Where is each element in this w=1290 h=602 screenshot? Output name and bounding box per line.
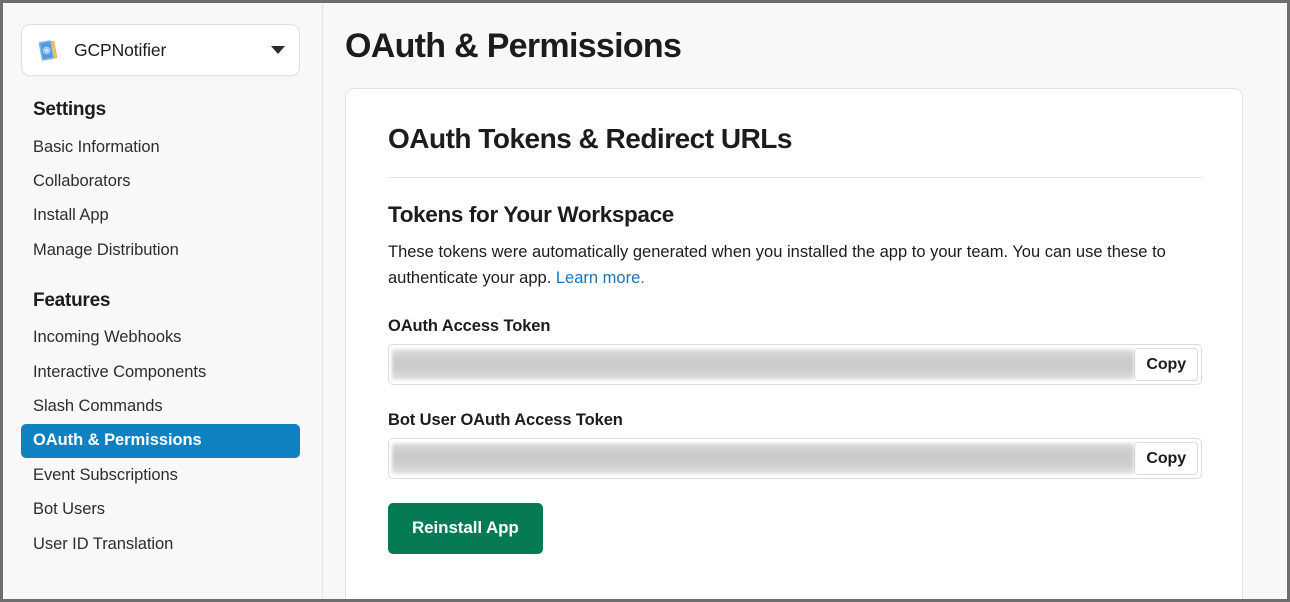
oauth-tokens-card: OAuth Tokens & Redirect URLs Tokens for …: [345, 88, 1243, 599]
sidebar-item-interactive-components[interactable]: Interactive Components: [21, 355, 300, 389]
nav-heading-settings: Settings: [33, 99, 106, 120]
sidebar-item-manage-distribution[interactable]: Manage Distribution: [21, 233, 300, 267]
divider: [388, 177, 1202, 178]
oauth-access-token-value-redacted[interactable]: [392, 349, 1135, 381]
nav-list-features: Incoming Webhooks Interactive Components…: [3, 321, 322, 562]
nav-heading-features: Features: [33, 289, 111, 311]
sidebar-item-basic-information[interactable]: Basic Information: [21, 130, 300, 164]
section-description: These tokens were automatically generate…: [388, 240, 1202, 291]
sidebar-item-user-id-translation[interactable]: User ID Translation: [21, 527, 300, 561]
card-title: OAuth Tokens & Redirect URLs: [388, 123, 792, 154]
sidebar-item-event-subscriptions[interactable]: Event Subscriptions: [21, 458, 300, 492]
copy-bot-user-oauth-access-token-button[interactable]: Copy: [1134, 442, 1198, 476]
copy-oauth-access-token-button[interactable]: Copy: [1134, 348, 1198, 382]
bot-user-oauth-access-token-field[interactable]: Copy: [388, 438, 1202, 480]
nav-list-settings: Basic Information Collaborators Install …: [3, 130, 322, 268]
slack-app-icon: [36, 37, 62, 63]
sidebar: GCPNotifier Settings Basic Information C…: [3, 3, 323, 599]
reinstall-app-button[interactable]: Reinstall App: [388, 503, 543, 555]
main-content: OAuth & Permissions OAuth Tokens & Redir…: [323, 3, 1287, 599]
bot-user-oauth-access-token-value-redacted[interactable]: [392, 443, 1135, 475]
oauth-access-token-label: OAuth Access Token: [388, 317, 551, 336]
chevron-down-icon[interactable]: [271, 46, 285, 54]
learn-more-link[interactable]: Learn more.: [556, 269, 645, 287]
app-window: GCPNotifier Settings Basic Information C…: [0, 0, 1290, 602]
section-title-tokens-for-workspace: Tokens for Your Workspace: [388, 202, 674, 227]
oauth-access-token-field[interactable]: Copy: [388, 344, 1202, 386]
section-description-text: These tokens were automatically generate…: [388, 243, 1166, 287]
sidebar-item-oauth-permissions[interactable]: OAuth & Permissions: [21, 423, 300, 459]
bot-user-oauth-access-token-label: Bot User OAuth Access Token: [388, 411, 623, 430]
sidebar-item-incoming-webhooks[interactable]: Incoming Webhooks: [21, 321, 300, 355]
sidebar-item-slash-commands[interactable]: Slash Commands: [21, 390, 300, 424]
app-name-label: GCPNotifier: [74, 39, 167, 60]
sidebar-item-install-app[interactable]: Install App: [21, 199, 300, 233]
sidebar-item-collaborators[interactable]: Collaborators: [21, 164, 300, 198]
app-switcher[interactable]: GCPNotifier: [21, 24, 300, 76]
page-title: OAuth & Permissions: [345, 27, 682, 65]
sidebar-item-bot-users[interactable]: Bot Users: [21, 493, 300, 527]
